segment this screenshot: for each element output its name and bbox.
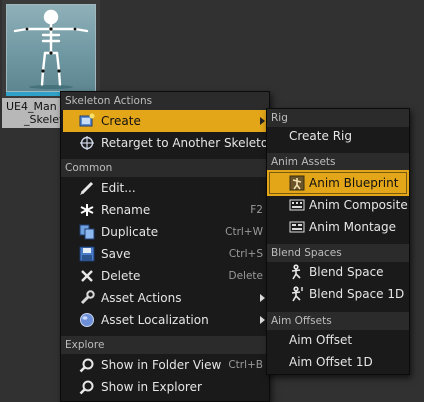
menu-item-anim-blueprint[interactable]: Anim Blueprint	[267, 170, 409, 196]
menu-item-show-in-explorer[interactable]: Show in Explorer	[63, 376, 267, 398]
menu-item-retarget-label: Retarget to Another Skeleton	[101, 136, 276, 150]
submenu-arrow-icon	[260, 316, 265, 324]
section-header-anim-assets: Anim Assets	[267, 153, 409, 171]
create-submenu: Rig Create Rig Anim Assets Anim Blueprin…	[266, 108, 410, 375]
menu-item-duplicate[interactable]: Duplicate Ctrl+W	[63, 221, 267, 243]
anim-montage-icon	[289, 221, 305, 233]
menu-item-edit[interactable]: Edit...	[63, 177, 267, 199]
menu-item-anim-composite-label: Anim Composite	[309, 198, 408, 212]
menu-item-aim-offset-label: Aim Offset	[289, 333, 353, 347]
menu-item-asset-localization-label: Asset Localization	[101, 313, 209, 327]
menu-item-anim-montage[interactable]: Anim Montage	[269, 216, 407, 238]
menu-item-aim-offset-1d[interactable]: Aim Offset 1D	[269, 351, 407, 373]
menu-item-anim-composite[interactable]: Anim Composite	[269, 194, 408, 216]
menu-item-blend-space[interactable]: Blend Space	[269, 261, 407, 283]
duplicate-icon	[79, 224, 95, 240]
submenu-arrow-icon	[260, 117, 265, 125]
section-header-aim-offsets: Aim Offsets	[267, 312, 409, 330]
menu-item-aim-offset-1d-label: Aim Offset 1D	[289, 355, 373, 369]
section-header-skeleton-actions: Skeleton Actions	[61, 92, 269, 110]
delete-icon	[81, 270, 93, 282]
magnifier-icon	[79, 358, 94, 373]
menu-item-show-in-folder-view[interactable]: Show in Folder View Ctrl+B	[63, 354, 267, 376]
menu-item-rename[interactable]: Rename F2	[63, 199, 267, 221]
menu-item-create-label: Create	[101, 114, 141, 128]
submenu-arrow-icon	[260, 294, 265, 302]
menu-item-retarget[interactable]: Retarget to Another Skeleton	[63, 132, 276, 154]
section-header-explore: Explore	[61, 336, 269, 354]
blend-space-icon	[291, 264, 301, 280]
anim-composite-icon	[289, 199, 305, 211]
menu-item-asset-actions-label: Asset Actions	[101, 291, 182, 305]
menu-item-create-rig-label: Create Rig	[289, 129, 352, 143]
menu-item-delete-label: Delete	[101, 269, 141, 283]
menu-item-show-in-explorer-label: Show in Explorer	[101, 380, 202, 394]
menu-item-rename-label: Rename	[101, 203, 151, 217]
menu-item-show-in-folder-view-label: Show in Folder View	[101, 358, 222, 372]
menu-item-delete[interactable]: Delete Delete	[63, 265, 267, 287]
skeleton-thumbnail	[6, 4, 96, 92]
menu-item-aim-offset[interactable]: Aim Offset	[269, 329, 407, 351]
anim-blueprint-icon	[289, 175, 305, 191]
section-header-common: Common	[61, 159, 269, 177]
globe-icon	[80, 313, 94, 327]
save-icon	[79, 246, 95, 262]
create-icon	[79, 113, 95, 127]
wrench-icon	[80, 290, 95, 305]
menu-item-blend-space-label: Blend Space	[309, 265, 384, 279]
menu-item-save[interactable]: Save Ctrl+S	[63, 243, 267, 265]
rename-icon	[80, 204, 94, 216]
blend-space-1d-icon	[291, 286, 303, 302]
magnifier-icon	[79, 380, 94, 395]
menu-item-anim-montage-label: Anim Montage	[309, 220, 397, 234]
menu-item-asset-localization[interactable]: Asset Localization	[63, 309, 267, 331]
retarget-icon	[80, 136, 94, 150]
menu-item-create[interactable]: Create	[63, 110, 267, 132]
menu-item-duplicate-label: Duplicate	[101, 225, 159, 239]
menu-item-blend-space-1d[interactable]: Blend Space 1D	[269, 283, 407, 305]
menu-item-asset-actions[interactable]: Asset Actions	[63, 287, 267, 309]
menu-item-save-label: Save	[101, 247, 131, 261]
menu-item-anim-blueprint-label: Anim Blueprint	[309, 176, 399, 190]
delete-shortcut: Delete	[228, 270, 264, 282]
menu-item-edit-label: Edit...	[101, 181, 136, 195]
duplicate-shortcut: Ctrl+W	[225, 226, 263, 238]
menu-item-blend-space-1d-label: Blend Space 1D	[309, 287, 405, 301]
skeleton-figure-icon	[13, 9, 89, 89]
save-shortcut: Ctrl+S	[228, 248, 263, 260]
section-header-blend-spaces: Blend Spaces	[267, 244, 409, 262]
rename-shortcut: F2	[250, 204, 263, 216]
folder-view-shortcut: Ctrl+B	[228, 359, 263, 371]
edit-icon	[80, 181, 94, 195]
asset-context-menu: Skeleton Actions Create Retarget to Anot…	[60, 91, 276, 402]
menu-item-create-rig[interactable]: Create Rig	[269, 125, 407, 147]
